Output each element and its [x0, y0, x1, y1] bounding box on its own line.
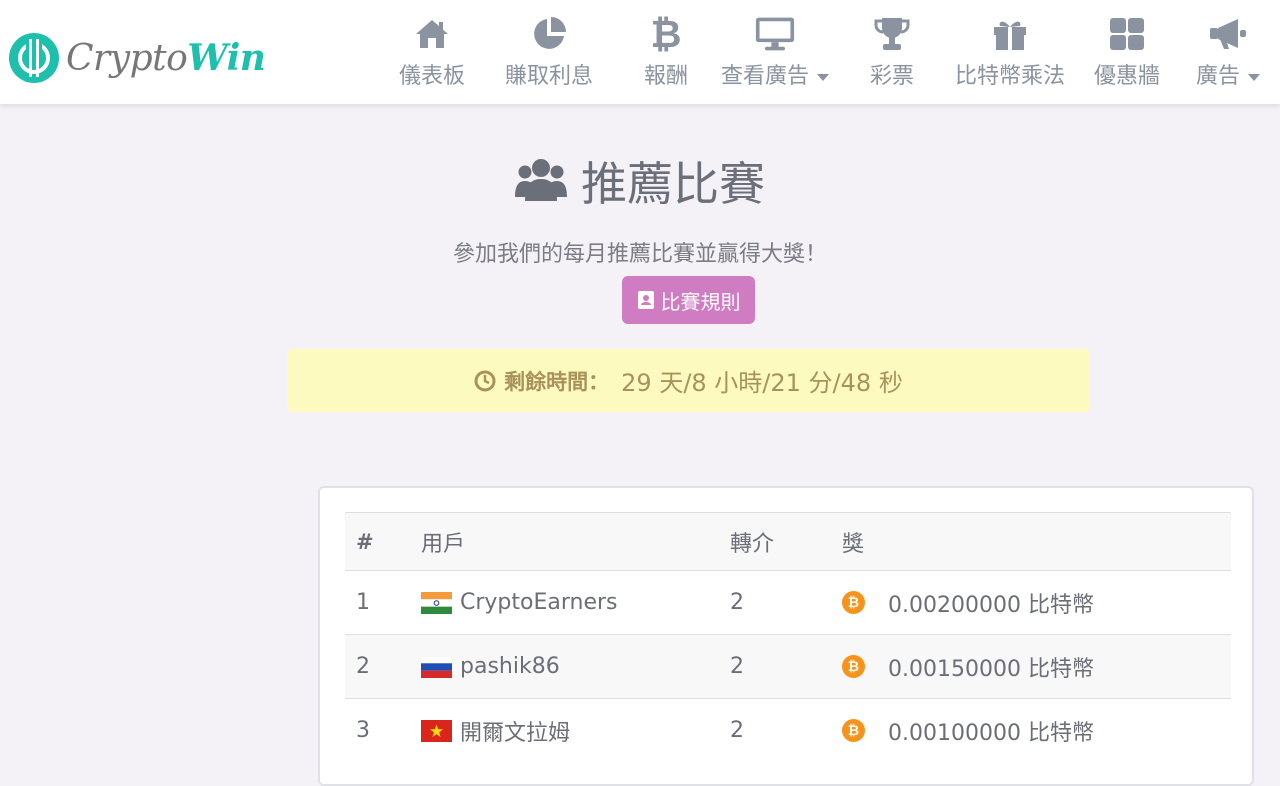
nav-label-advertise: 廣告 — [1196, 58, 1260, 90]
row-rank: 1 — [356, 590, 370, 615]
nav-label-rewards: 報酬 — [643, 64, 688, 89]
leaderboard-card: # 用戶 轉介 獎 1 CryptoEarners 2 ₿ 0.00200000… — [318, 486, 1254, 786]
bitcoin-coin-icon: ₿ — [842, 591, 865, 614]
top-navbar: CryptoWin 儀表板 賺取利息 ₿ 報酬 查看廣告 彩票 比特幣乘法 優惠… — [0, 0, 1280, 104]
table-row: 2 pashik86 2 ₿ 0.00150000 比特幣 — [345, 634, 1231, 698]
header-user: 用戶 — [421, 531, 466, 557]
row-user: 開爾文拉姆 — [421, 699, 570, 762]
nav-label-dashboard: 儀表板 — [398, 64, 465, 89]
bitcoin-coin-icon: ₿ — [842, 719, 865, 742]
home-icon — [412, 14, 452, 54]
nav-label-view-ads-text: 查看廣告 — [720, 64, 809, 89]
bitcoin-coin-icon: ₿ — [842, 655, 865, 678]
row-prize-amount: 0.00150000 比特幣 — [888, 656, 1094, 682]
logo-icon — [9, 33, 59, 83]
page-header: 推薦比賽 — [0, 148, 1280, 214]
row-referrals: 2 — [730, 718, 744, 743]
row-prize: ₿ 0.00150000 比特幣 — [842, 635, 1094, 698]
nav-item-dashboard[interactable]: 儀表板 — [394, 14, 470, 94]
nav-item-earn-interest[interactable]: 賺取利息 — [498, 14, 600, 94]
nav-label-offerwall: 優惠牆 — [1093, 64, 1160, 89]
row-referrals: 2 — [730, 590, 744, 615]
india-flag-icon — [421, 591, 452, 614]
table-header-row: # 用戶 轉介 獎 — [345, 512, 1231, 570]
row-user: pashik86 — [421, 635, 560, 698]
chevron-down-icon — [1248, 73, 1260, 81]
row-prize: ₿ 0.00200000 比特幣 — [842, 571, 1094, 634]
header-referrals: 轉介 — [730, 531, 775, 557]
header-rank: # — [356, 529, 374, 554]
brand-name-part2: Win — [187, 36, 266, 79]
row-username[interactable]: CryptoEarners — [460, 590, 618, 615]
row-prize: ₿ 0.00100000 比特幣 — [842, 699, 1094, 762]
russia-flag-icon — [421, 655, 452, 678]
contest-rules-label: 比賽規則 — [660, 289, 741, 314]
table-row: 3 開爾文拉姆 2 ₿ 0.00100000 比特幣 — [345, 698, 1231, 762]
nav-label-lottery: 彩票 — [869, 64, 914, 89]
gift-icon — [990, 14, 1030, 54]
chevron-down-icon — [817, 73, 829, 81]
page-title: 推薦比賽 — [581, 157, 765, 211]
bitcoin-icon: ₿ — [650, 11, 682, 56]
brand-name: CryptoWin — [66, 30, 266, 87]
nav-item-advertise[interactable]: 廣告 — [1190, 14, 1266, 94]
leaderboard-table: # 用戶 轉介 獎 1 CryptoEarners 2 ₿ 0.00200000… — [345, 512, 1231, 762]
nav-item-bitcoin-multiply[interactable]: 比特幣乘法 — [948, 14, 1072, 94]
pie-chart-icon — [529, 14, 569, 54]
row-prize-amount: 0.00200000 比特幣 — [888, 592, 1094, 618]
row-rank: 2 — [356, 654, 370, 679]
nav-label-advertise-text: 廣告 — [1195, 64, 1240, 89]
row-username[interactable]: pashik86 — [460, 654, 560, 679]
row-user: CryptoEarners — [421, 571, 618, 634]
vietnam-flag-icon — [421, 719, 452, 742]
time-remaining-label: 剩餘時間： — [504, 369, 610, 394]
nav-label-earn-interest: 賺取利息 — [504, 64, 593, 89]
row-prize-amount: 0.00100000 比特幣 — [888, 720, 1094, 746]
nav-item-rewards[interactable]: ₿ 報酬 — [640, 11, 692, 94]
brand-name-part1: Crypto — [66, 37, 188, 79]
nav-item-lottery[interactable]: 彩票 — [866, 14, 918, 94]
users-icon — [515, 159, 567, 201]
contact-card-icon — [637, 291, 654, 309]
clock-icon — [474, 370, 496, 391]
table-row: 1 CryptoEarners 2 ₿ 0.00200000 比特幣 — [345, 570, 1231, 634]
time-remaining-banner: 剩餘時間： 29 天/8 小時/21 分/48 秒 — [287, 349, 1090, 412]
time-remaining-value: 29 天/8 小時/21 分/48 秒 — [621, 369, 903, 397]
grid-icon — [1107, 14, 1147, 54]
nav-item-view-ads[interactable]: 查看廣告 — [714, 14, 836, 94]
megaphone-icon — [1208, 14, 1248, 54]
nav-item-offerwall[interactable]: 優惠牆 — [1088, 14, 1166, 94]
trophy-icon — [872, 14, 912, 54]
monitor-icon — [755, 14, 795, 54]
brand-logo[interactable]: CryptoWin — [8, 30, 266, 87]
nav-label-view-ads: 查看廣告 — [721, 58, 829, 90]
row-referrals: 2 — [730, 654, 744, 679]
header-prize: 獎 — [842, 531, 865, 557]
nav-label-bitcoin-multiply: 比特幣乘法 — [954, 64, 1065, 89]
page-subtitle: 參加我們的每月推薦比賽並贏得大獎！ — [452, 242, 827, 267]
row-username[interactable]: 開爾文拉姆 — [460, 715, 570, 747]
contest-rules-button[interactable]: 比賽規則 — [622, 276, 755, 324]
row-rank: 3 — [356, 718, 370, 743]
